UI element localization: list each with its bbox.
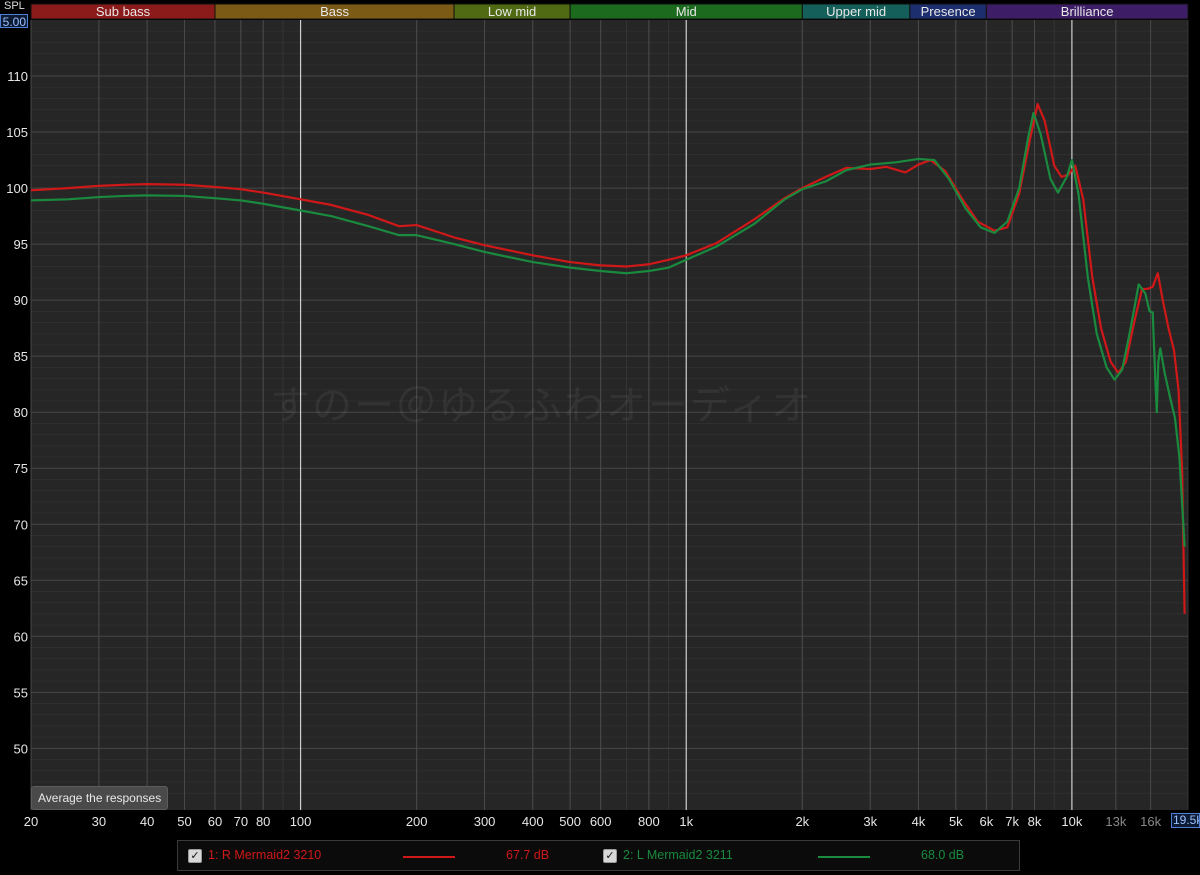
x-tick-label: 6k bbox=[979, 814, 993, 829]
x-tick-label: 16k bbox=[1140, 814, 1161, 829]
x-tick-label: 80 bbox=[256, 814, 270, 829]
x-tick-label: 8k bbox=[1028, 814, 1042, 829]
band-label: Low mid bbox=[488, 4, 536, 19]
legend-series-name: 1: R Mermaid2 3210 bbox=[208, 848, 322, 862]
frequency-band-bar: Sub bass Bass Low mid Mid Upper mid Presence B… bbox=[30, 3, 1189, 20]
x-tick-label: 30 bbox=[92, 814, 106, 829]
x-tick-label: 300 bbox=[474, 814, 496, 829]
band-label: Sub bass bbox=[96, 4, 151, 19]
x-tick-label: 20 bbox=[24, 814, 38, 829]
x-tick-label: 500 bbox=[559, 814, 581, 829]
y-max-input[interactable]: 5.00 bbox=[0, 14, 28, 28]
x-tick-label: 50 bbox=[177, 814, 191, 829]
band-label: Upper mid bbox=[826, 4, 886, 19]
y-tick-label: 75 bbox=[14, 461, 28, 476]
legend-series-name: 2: L Mermaid2 3211 bbox=[623, 848, 733, 862]
y-tick-label: 55 bbox=[14, 685, 28, 700]
y-tick-label: 50 bbox=[14, 741, 28, 756]
y-tick-label: 70 bbox=[14, 517, 28, 532]
x-tick-label: 40 bbox=[140, 814, 154, 829]
y-axis-unit-label: SPL bbox=[4, 0, 25, 12]
band-label: Bass bbox=[320, 4, 349, 19]
band-label: Presence bbox=[921, 4, 976, 19]
legend-line-swatch bbox=[403, 856, 455, 858]
legend-series-level: 68.0 dB bbox=[921, 848, 965, 862]
y-tick-label: 90 bbox=[14, 293, 28, 308]
y-tick-label: 110 bbox=[7, 69, 28, 84]
y-tick-label: 65 bbox=[14, 573, 28, 588]
x-tick-label: 400 bbox=[522, 814, 544, 829]
y-tick-label: 100 bbox=[6, 181, 28, 196]
x-tick-label: 100 bbox=[290, 814, 312, 829]
x-tick-label: 10k bbox=[1061, 814, 1082, 829]
legend-series-level: 67.7 dB bbox=[506, 848, 550, 862]
checkbox-icon[interactable]: ✓ bbox=[603, 849, 617, 863]
y-tick-label: 85 bbox=[14, 349, 28, 364]
band-label: Brilliance bbox=[1061, 4, 1114, 19]
x-tick-label: 7k bbox=[1005, 814, 1019, 829]
legend-line-swatch bbox=[818, 856, 870, 858]
x-tick-label: 5k bbox=[949, 814, 963, 829]
legend-panel: ✓ 1: R Mermaid2 3210 67.7 dB ✓ 2: L Merm… bbox=[177, 840, 1020, 871]
x-max-input[interactable]: 19.5k bbox=[1171, 813, 1200, 828]
checkbox-icon[interactable]: ✓ bbox=[188, 849, 202, 863]
y-tick-label: 60 bbox=[14, 629, 28, 644]
x-tick-label: 200 bbox=[406, 814, 428, 829]
x-tick-label: 1k bbox=[679, 814, 693, 829]
watermark: すのー＠ゆるふわオーディオ bbox=[270, 383, 814, 429]
y-tick-label: 105 bbox=[6, 125, 28, 140]
x-tick-label: 3k bbox=[863, 814, 877, 829]
average-responses-button[interactable]: Average the responses bbox=[31, 786, 169, 810]
y-tick-label: 80 bbox=[14, 405, 28, 420]
x-tick-label: 4k bbox=[912, 814, 926, 829]
frequency-response-chart: Sub bass Bass Low mid Mid Upper mid Presence B… bbox=[0, 0, 1200, 875]
x-tick-label: 13k bbox=[1105, 814, 1126, 829]
x-tick-label: 600 bbox=[590, 814, 612, 829]
x-tick-label: 60 bbox=[208, 814, 222, 829]
x-tick-label: 2k bbox=[795, 814, 809, 829]
x-tick-label: 70 bbox=[234, 814, 248, 829]
band-label: Mid bbox=[676, 4, 697, 19]
y-tick-label: 95 bbox=[14, 237, 28, 252]
x-tick-label: 800 bbox=[638, 814, 660, 829]
